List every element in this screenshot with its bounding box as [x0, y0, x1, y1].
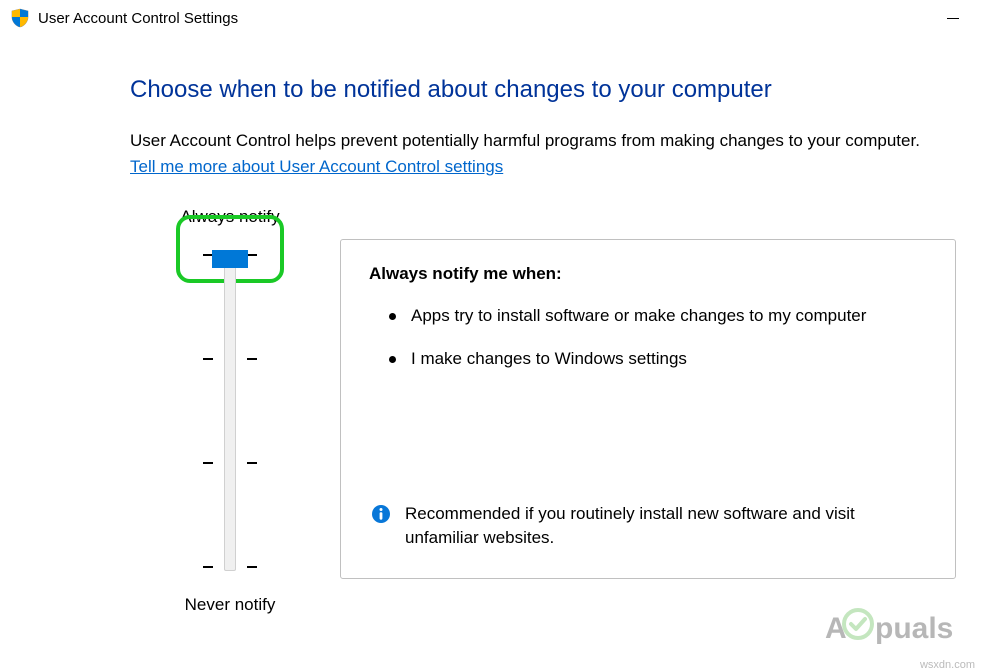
help-link[interactable]: Tell me more about User Account Control …	[130, 157, 503, 177]
description-text: User Account Control helps prevent poten…	[130, 130, 985, 153]
svg-text:puals: puals	[875, 612, 953, 645]
slider-wrap	[130, 241, 330, 581]
panel-bullet: Apps try to install software or make cha…	[389, 304, 927, 329]
content-area: Choose when to be notified about changes…	[0, 36, 985, 615]
title-bar: User Account Control Settings	[0, 0, 985, 36]
slider-section: Always notify Never notify	[130, 207, 330, 615]
recommendation-text: Recommended if you routinely install new…	[405, 502, 927, 550]
uac-slider[interactable]	[224, 251, 236, 571]
svg-text:A: A	[825, 612, 847, 645]
minimize-button[interactable]	[931, 3, 975, 33]
info-icon	[371, 504, 391, 524]
recommendation-row: Recommended if you routinely install new…	[369, 502, 927, 550]
slider-thumb[interactable]	[212, 250, 248, 268]
panel-bullet: I make changes to Windows settings	[389, 347, 927, 372]
slider-tick	[247, 566, 257, 568]
slider-tick	[247, 254, 257, 256]
slider-tick	[203, 566, 213, 568]
notification-detail-panel: Always notify me when: Apps try to insta…	[340, 239, 956, 579]
source-watermark: wsxdn.com	[920, 659, 975, 671]
slider-label-top: Always notify	[130, 207, 330, 227]
window-title: User Account Control Settings	[38, 10, 931, 27]
panel-heading: Always notify me when:	[369, 264, 927, 284]
page-heading: Choose when to be notified about changes…	[130, 76, 985, 104]
minimize-icon	[947, 18, 959, 19]
uac-shield-icon	[10, 8, 30, 28]
slider-tick	[203, 358, 213, 360]
slider-tick	[247, 462, 257, 464]
slider-label-bottom: Never notify	[130, 595, 330, 615]
panel-bullet-list: Apps try to install software or make cha…	[369, 304, 927, 371]
main-area: Always notify Never notify Always n	[130, 207, 985, 615]
slider-tick	[203, 462, 213, 464]
slider-tick	[247, 358, 257, 360]
